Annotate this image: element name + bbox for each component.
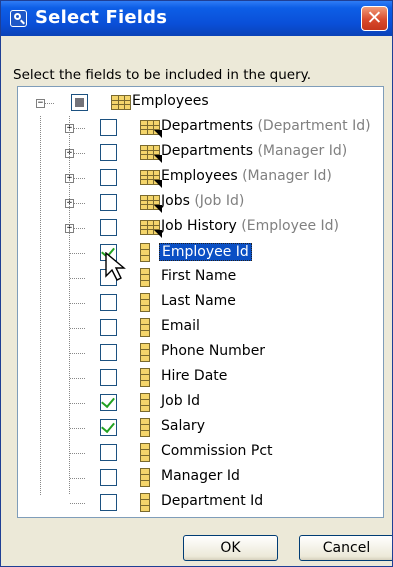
relation-name: Job History (161, 218, 237, 234)
field-checkbox[interactable] (100, 294, 117, 311)
relation-checkbox[interactable] (100, 119, 117, 136)
foreign-key-table-icon (140, 170, 160, 185)
root-label[interactable]: Employees (132, 93, 209, 109)
field-label[interactable]: Manager Id (161, 468, 240, 484)
tree-connector (70, 378, 85, 379)
relation-name: Departments (161, 143, 254, 159)
field-label[interactable]: Commission Pct (161, 443, 273, 459)
foreign-key-table-icon (140, 220, 160, 235)
field-checkbox[interactable] (100, 419, 117, 436)
relation-role: (Job Id) (194, 193, 245, 209)
column-icon (140, 268, 150, 287)
field-label[interactable]: Department Id (161, 493, 263, 509)
mouse-pointer-icon (105, 252, 126, 281)
field-checkbox[interactable] (100, 394, 117, 411)
column-icon (140, 318, 150, 337)
column-icon (140, 443, 150, 462)
field-checkbox[interactable] (100, 369, 117, 386)
column-icon (140, 343, 150, 362)
relation-role: (Department Id) (257, 118, 371, 134)
tree-connector (70, 253, 85, 254)
relation-checkbox[interactable] (100, 169, 117, 186)
dialog-title: Select Fields (35, 7, 168, 28)
relation-label[interactable]: Departments (Department Id) (161, 118, 371, 134)
relation-checkbox[interactable] (100, 194, 117, 211)
field-tree[interactable]: −Employees+Departments (Department Id)+D… (17, 86, 384, 518)
tree-connector (70, 503, 85, 504)
tree-connector (74, 178, 85, 179)
tree-connector (70, 403, 85, 404)
close-button[interactable]: ✕ (361, 6, 388, 31)
tree-connector (70, 478, 85, 479)
tree-guide-line (40, 116, 41, 495)
field-checkbox[interactable] (100, 494, 117, 511)
field-label[interactable]: Job Id (161, 393, 200, 409)
foreign-key-table-icon (140, 145, 160, 160)
ok-button[interactable]: OK (183, 535, 278, 561)
tree-connector (70, 428, 85, 429)
field-checkbox[interactable] (100, 469, 117, 486)
tree-connector (74, 153, 85, 154)
root-expander[interactable]: − (36, 99, 45, 108)
tree-connector (70, 303, 85, 304)
column-icon (140, 368, 150, 387)
tree-guide-line (69, 116, 70, 231)
field-checkbox[interactable] (100, 444, 117, 461)
tree-connector (74, 203, 85, 204)
relation-role: (Manager Id) (257, 143, 348, 159)
tree-connector (70, 278, 85, 279)
tree-connector (70, 353, 85, 354)
tree-connector (70, 328, 85, 329)
select-fields-dialog: Select Fields ✕ Select the fields to be … (0, 0, 393, 567)
tree-connector (70, 453, 85, 454)
query-search-icon (10, 10, 27, 27)
column-icon (140, 293, 150, 312)
relation-checkbox[interactable] (100, 219, 117, 236)
tree-connector (74, 128, 85, 129)
field-checkbox[interactable] (100, 344, 117, 361)
field-label[interactable]: First Name (161, 268, 236, 284)
relation-label[interactable]: Departments (Manager Id) (161, 143, 347, 159)
relation-role: (Employee Id) (241, 218, 340, 234)
cancel-button[interactable]: Cancel (299, 535, 392, 561)
relation-label[interactable]: Employees (Manager Id) (161, 168, 332, 184)
foreign-key-table-icon (140, 120, 160, 135)
column-icon (140, 493, 150, 512)
field-checkbox[interactable] (100, 319, 117, 336)
field-label[interactable]: Salary (161, 418, 205, 434)
tree-connector (74, 228, 85, 229)
tree-connector (45, 103, 54, 104)
foreign-key-table-icon (140, 195, 160, 210)
field-label[interactable]: Hire Date (161, 368, 227, 384)
root-checkbox[interactable] (71, 94, 88, 111)
field-label[interactable]: Phone Number (161, 343, 265, 359)
column-icon (140, 393, 150, 412)
tree-guide-line (69, 231, 70, 495)
relation-role: (Manager Id) (242, 168, 332, 184)
column-icon (140, 468, 150, 487)
relation-checkbox[interactable] (100, 144, 117, 161)
instruction-text: Select the fields to be included in the … (13, 67, 312, 83)
relation-name: Employees (161, 168, 238, 184)
table-icon (111, 95, 131, 110)
field-label[interactable]: Last Name (161, 293, 236, 309)
column-icon (140, 243, 150, 262)
title-bar[interactable]: Select Fields ✕ (1, 1, 392, 36)
field-label[interactable]: Email (161, 318, 200, 334)
relation-name: Jobs (161, 193, 190, 209)
relation-label[interactable]: Job History (Employee Id) (161, 218, 339, 234)
relation-label[interactable]: Jobs (Job Id) (161, 193, 244, 209)
field-label[interactable]: Employee Id (159, 243, 252, 261)
column-icon (140, 418, 150, 437)
relation-name: Departments (161, 118, 254, 134)
